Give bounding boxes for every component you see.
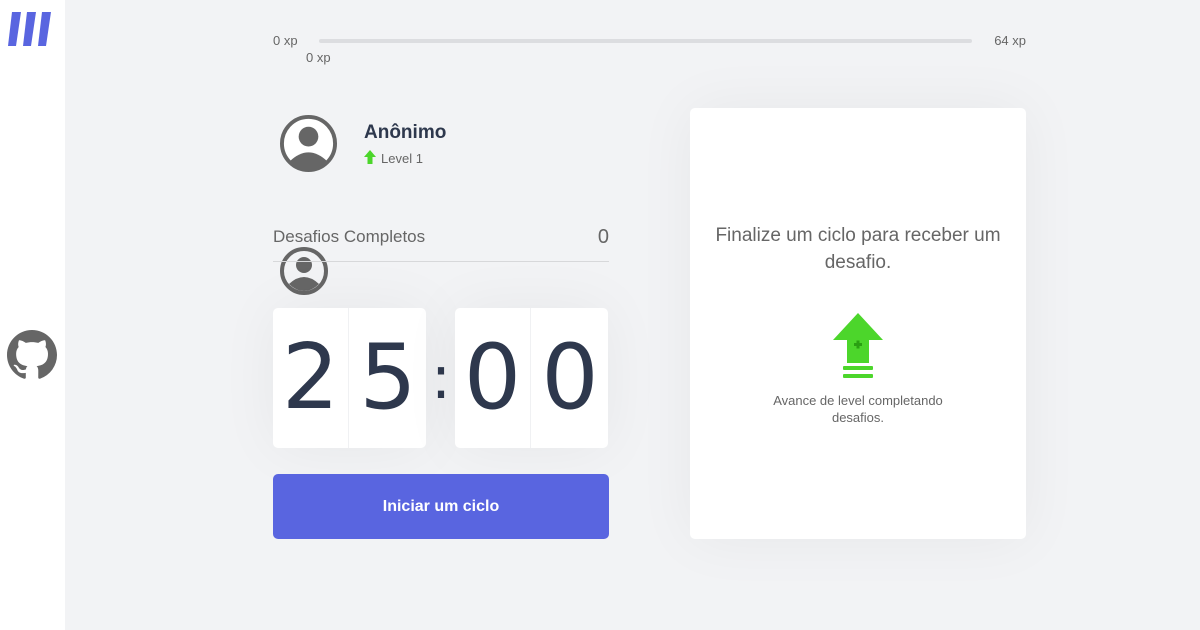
challenge-hint: Avance de level completando desafios. (773, 393, 943, 425)
countdown-separator: : (430, 343, 452, 413)
challenge-title: Finalize um ciclo para receber um desafi… (715, 225, 1001, 273)
level-up-icon (833, 313, 883, 378)
minute-tens-digit: 2 (273, 308, 349, 448)
start-cycle-button[interactable]: Iniciar um ciclo (273, 474, 609, 539)
second-ones-digit: 0 (541, 325, 599, 430)
challenge-box: Finalize um ciclo para receber um desafi… (690, 108, 1026, 539)
sidebar (0, 0, 328, 630)
minute-ones-digit: 5 (359, 325, 417, 430)
avatar (279, 114, 338, 173)
sidebar-github-button[interactable] (7, 330, 57, 380)
xp-current-label: 0 xp (306, 50, 331, 65)
completed-challenges-count: 0 (597, 226, 609, 248)
completed-challenges-label: Desafios Completos (273, 227, 426, 246)
xp-end-label: 64 xp (994, 33, 1026, 48)
second-tens-digit: 0 (455, 308, 531, 448)
countdown-timer: 2 5 : 0 0 (273, 308, 609, 448)
level-up-arrow-icon (364, 150, 376, 164)
profile-name: Anônimo (364, 122, 447, 143)
seconds-display: 0 0 (455, 308, 608, 448)
level-label: Level 1 (381, 151, 423, 166)
experience-bar: 0 xp 0 xp 64 xp (273, 30, 1026, 70)
profile: Anônimo Level 1 (279, 114, 609, 174)
xp-start-label: 0 xp (273, 33, 298, 48)
move-it-logo-icon (8, 12, 51, 46)
completed-challenges: Desafios Completos 0 (273, 220, 609, 262)
github-icon (7, 330, 57, 379)
xp-progress-track (319, 39, 972, 43)
minutes-display: 2 5 (273, 308, 426, 448)
